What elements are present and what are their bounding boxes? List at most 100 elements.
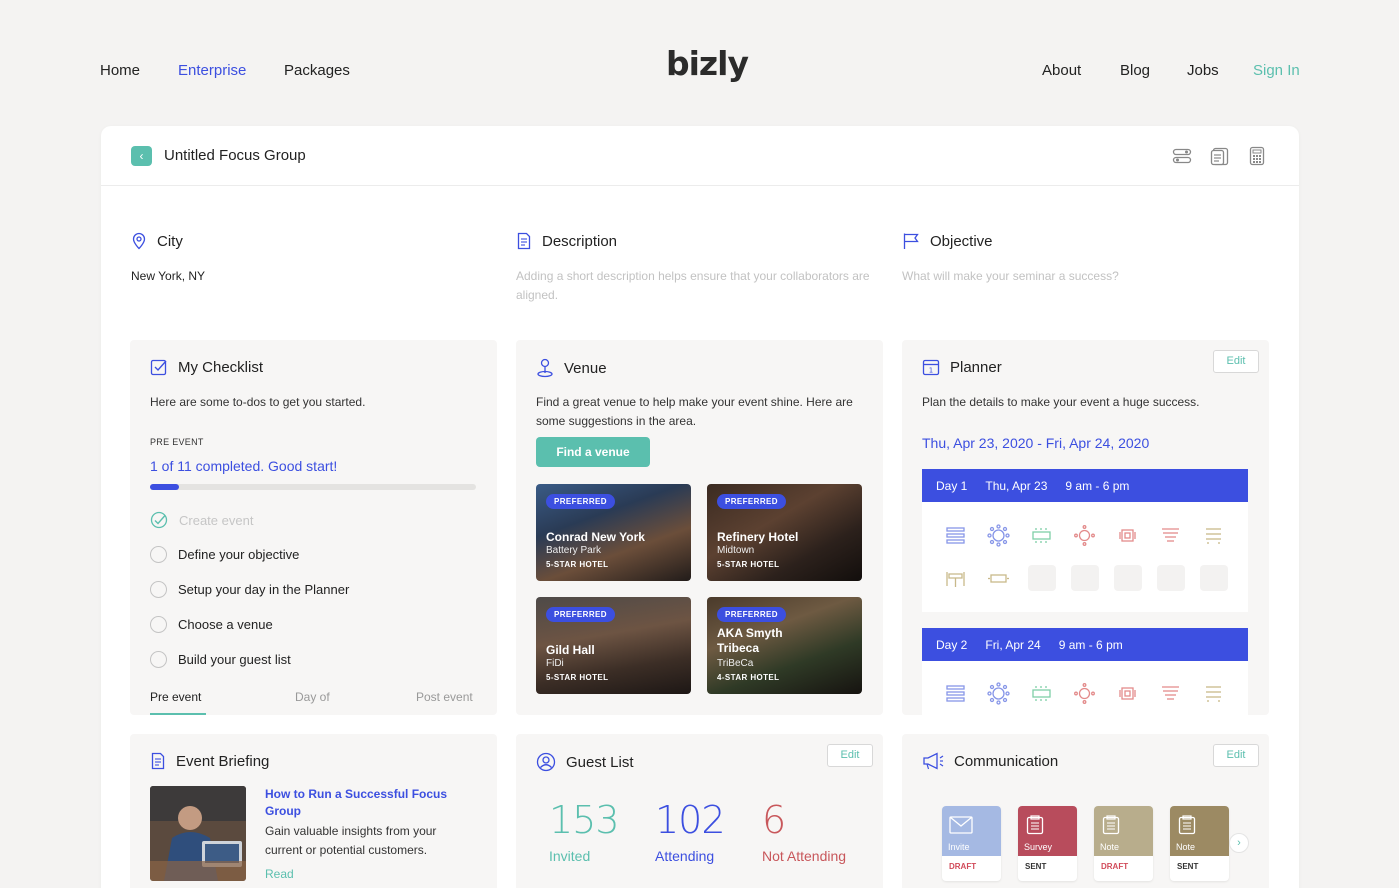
venue-name: Conrad New York bbox=[546, 530, 645, 544]
nav-home-link[interactable]: Home bbox=[100, 62, 140, 79]
checklist-item[interactable]: Build your guest list bbox=[150, 651, 291, 668]
communication-title: Communication bbox=[954, 752, 1059, 770]
notes-icon[interactable] bbox=[1210, 146, 1230, 166]
guest-list-edit-button[interactable]: Edit bbox=[827, 744, 873, 767]
article-icon bbox=[151, 752, 165, 770]
venue-neighborhood: Battery Park bbox=[546, 545, 602, 556]
checklist-item[interactable]: Define your objective bbox=[150, 546, 299, 563]
active-tab-indicator bbox=[150, 713, 206, 715]
checklist-item[interactable]: Choose a venue bbox=[150, 616, 273, 633]
toggle-icon[interactable] bbox=[1172, 146, 1192, 166]
preferred-badge: PREFERRED bbox=[717, 607, 786, 622]
classroom-icon bbox=[946, 685, 965, 702]
venue-card[interactable]: PREFERRED Refinery Hotel Midtown 5-STAR … bbox=[707, 484, 862, 581]
city-value[interactable]: New York, NY bbox=[131, 267, 491, 286]
comm-card-status: DRAFT bbox=[949, 862, 977, 871]
comm-card[interactable]: Note DRAFT bbox=[1094, 806, 1153, 881]
venue-title: Venue bbox=[564, 359, 607, 377]
invited-count: 153 bbox=[549, 798, 620, 842]
venue-desc: Find a great venue to help make your eve… bbox=[536, 395, 853, 428]
nav-packages-link[interactable]: Packages bbox=[284, 62, 350, 79]
round-table-icon bbox=[987, 682, 1010, 705]
checklist-progress-bar bbox=[150, 484, 476, 490]
next-arrow-button[interactable]: › bbox=[1229, 833, 1249, 853]
objective-label: Objective bbox=[930, 232, 993, 250]
preferred-badge: PREFERRED bbox=[717, 494, 786, 509]
empty-circle-icon bbox=[150, 546, 167, 563]
planner-panel: 1 Planner Edit Plan the details to make … bbox=[902, 340, 1269, 715]
day-agenda-icons bbox=[922, 502, 1248, 612]
empty-circle-icon bbox=[150, 616, 167, 633]
city-section: City New York, NY bbox=[131, 232, 491, 286]
attending-label: Attending bbox=[655, 848, 715, 864]
sign-in-link[interactable]: Sign In bbox=[1253, 62, 1300, 79]
read-link[interactable]: Read bbox=[265, 867, 294, 881]
empty-slot[interactable] bbox=[1028, 565, 1056, 591]
classroom-icon bbox=[946, 527, 965, 544]
venue-neighborhood: TriBeCa bbox=[717, 658, 754, 669]
day-number: Day 1 bbox=[936, 478, 968, 493]
ushape-icon bbox=[1206, 686, 1221, 702]
description-input[interactable]: Adding a short description helps ensure … bbox=[516, 267, 876, 305]
nav-about-link[interactable]: About bbox=[1042, 62, 1081, 79]
empty-slot[interactable] bbox=[1071, 565, 1099, 591]
attending-count: 102 bbox=[655, 798, 726, 842]
checklist-item-label: Create event bbox=[179, 512, 254, 528]
comm-card[interactable]: Note SENT bbox=[1170, 806, 1229, 881]
boardroom-icon bbox=[1032, 528, 1051, 543]
event-header: ‹ Untitled Focus Group bbox=[101, 126, 1299, 186]
document-icon bbox=[517, 232, 531, 250]
nav-enterprise-link[interactable]: Enterprise bbox=[178, 62, 246, 79]
back-button[interactable]: ‹ bbox=[131, 146, 152, 166]
venue-card[interactable]: PREFERRED AKA Smyth Tribeca TriBeCa 4-ST… bbox=[707, 597, 862, 694]
venue-card[interactable]: PREFERRED Conrad New York Battery Park 5… bbox=[536, 484, 691, 581]
empty-slot[interactable] bbox=[1114, 565, 1142, 591]
bizly-logo[interactable]: bizly bbox=[666, 44, 749, 83]
planner-day[interactable]: Day 2 Fri, Apr 24 9 am - 6 pm bbox=[922, 628, 1248, 715]
chevron-left-icon: ‹ bbox=[139, 149, 144, 163]
checklist-progress-text: 1 of 11 completed. Good start! bbox=[150, 458, 338, 474]
theater-icon bbox=[1162, 686, 1179, 700]
comm-card[interactable]: Survey SENT bbox=[1018, 806, 1077, 881]
event-dashboard: ‹ Untitled Focus Group City New York, NY… bbox=[101, 126, 1299, 888]
checklist-item[interactable]: Setup your day in the Planner bbox=[150, 581, 349, 598]
day-header: Day 1 Thu, Apr 23 9 am - 6 pm bbox=[922, 469, 1248, 502]
comm-card-status: SENT bbox=[1177, 862, 1199, 871]
city-label: City bbox=[157, 232, 183, 250]
communication-panel: Communication Edit Invite DRAFT Survey S… bbox=[902, 734, 1269, 888]
comm-card[interactable]: Invite DRAFT bbox=[942, 806, 1001, 881]
planner-edit-button[interactable]: Edit bbox=[1213, 350, 1259, 373]
briefing-image[interactable] bbox=[150, 786, 246, 881]
comm-card-label: Note bbox=[1100, 842, 1120, 852]
venue-name: Gild Hall bbox=[546, 643, 595, 657]
tab-day-of[interactable]: Day of bbox=[295, 690, 330, 704]
calculator-icon[interactable] bbox=[1247, 146, 1267, 166]
tab-post-event[interactable]: Post event bbox=[416, 690, 473, 704]
empty-slot[interactable] bbox=[1157, 565, 1185, 591]
top-nav: Home Enterprise Packages bizly About Blo… bbox=[0, 0, 1399, 140]
ushape-icon bbox=[1206, 528, 1221, 544]
venue-type: 5-STAR HOTEL bbox=[717, 560, 780, 569]
empty-circle-icon bbox=[150, 581, 167, 598]
planner-day[interactable]: Day 1 Thu, Apr 23 9 am - 6 pm bbox=[922, 469, 1248, 612]
find-venue-button[interactable]: Find a venue bbox=[536, 437, 650, 467]
venue-panel: Venue Find a great venue to help make yo… bbox=[516, 340, 883, 715]
checklist-item[interactable]: Create event bbox=[150, 511, 253, 529]
clipboard-icon bbox=[1026, 815, 1044, 835]
svg-text:1: 1 bbox=[929, 367, 933, 375]
checkbox-icon bbox=[150, 359, 167, 376]
briefing-article-title[interactable]: How to Run a Successful Focus Group bbox=[265, 786, 475, 820]
nav-jobs-link[interactable]: Jobs bbox=[1187, 62, 1219, 79]
venue-card[interactable]: PREFERRED Gild Hall FiDi 5-STAR HOTEL bbox=[536, 597, 691, 694]
nav-blog-link[interactable]: Blog bbox=[1120, 62, 1150, 79]
envelope-icon bbox=[949, 816, 973, 834]
venue-type: 5-STAR HOTEL bbox=[546, 560, 609, 569]
briefing-title: Event Briefing bbox=[176, 752, 270, 770]
venue-type: 5-STAR HOTEL bbox=[546, 673, 609, 682]
communication-edit-button[interactable]: Edit bbox=[1213, 744, 1259, 767]
empty-slot[interactable] bbox=[1200, 565, 1228, 591]
venue-pin-icon bbox=[537, 358, 553, 378]
tab-pre-event[interactable]: Pre event bbox=[150, 690, 201, 704]
not-attending-count: 6 bbox=[762, 798, 786, 842]
objective-input[interactable]: What will make your seminar a success? bbox=[902, 267, 1262, 286]
